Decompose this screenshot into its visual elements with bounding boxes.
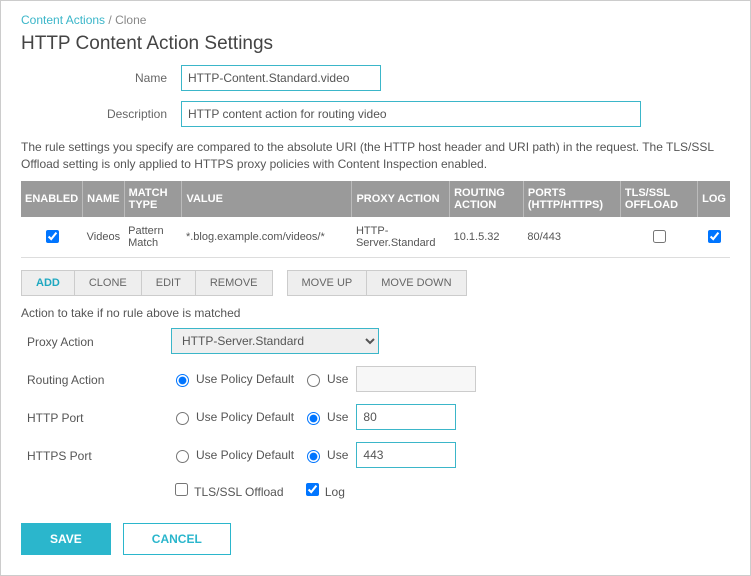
table-row[interactable]: Videos Pattern Match *.blog.example.com/… (21, 217, 730, 258)
routing-use-text: Use (327, 372, 348, 386)
http-default-radio-label[interactable]: Use Policy Default (171, 409, 294, 425)
bottom-buttons: SAVE CANCEL (21, 523, 730, 555)
remove-button[interactable]: REMOVE (196, 270, 273, 296)
https-use-radio[interactable] (307, 450, 320, 463)
rules-toolbar: ADD CLONE EDIT REMOVE MOVE UP MOVE DOWN (21, 270, 730, 296)
routing-default-radio-label[interactable]: Use Policy Default (171, 371, 294, 387)
https-use-text: Use (327, 448, 348, 462)
row-routing-action: 10.1.5.32 (450, 217, 524, 258)
https-default-radio-label[interactable]: Use Policy Default (171, 447, 294, 463)
rules-table: ENABLED NAME MATCH TYPE VALUE PROXY ACTI… (21, 181, 730, 258)
routing-use-radio-label[interactable]: Use (302, 371, 348, 387)
col-ports: PORTS (HTTP/HTTPS) (523, 181, 620, 217)
routing-default-text: Use Policy Default (196, 372, 294, 386)
breadcrumb-current: Clone (115, 13, 146, 27)
tls-offload-text: TLS/SSL Offload (194, 485, 283, 499)
col-tls: TLS/SSL OFFLOAD (620, 181, 697, 217)
page-container: Content Actions / Clone HTTP Content Act… (0, 0, 751, 576)
tls-offload-checkbox[interactable] (175, 483, 188, 496)
col-match-type: MATCH TYPE (124, 181, 182, 217)
page-title: HTTP Content Action Settings (21, 33, 730, 55)
proxy-action-label: Proxy Action (21, 333, 171, 349)
http-use-text: Use (327, 410, 348, 424)
https-port-label: HTTPS Port (21, 447, 171, 463)
http-use-radio-label[interactable]: Use (302, 409, 348, 425)
row-ports: 80/443 (523, 217, 620, 258)
save-button[interactable]: SAVE (21, 523, 111, 555)
tls-offload-checkbox-label[interactable]: TLS/SSL Offload (171, 480, 284, 499)
col-log: LOG (698, 181, 730, 217)
edit-button[interactable]: EDIT (142, 270, 196, 296)
name-label: Name (21, 71, 181, 85)
row-enabled-checkbox[interactable] (46, 230, 59, 243)
http-default-radio[interactable] (176, 412, 189, 425)
rules-header-row: ENABLED NAME MATCH TYPE VALUE PROXY ACTI… (21, 181, 730, 217)
col-proxy-action: PROXY ACTION (352, 181, 450, 217)
routing-action-label: Routing Action (21, 371, 171, 387)
https-use-radio-label[interactable]: Use (302, 447, 348, 463)
breadcrumb-parent-link[interactable]: Content Actions (21, 13, 105, 27)
no-match-label: Action to take if no rule above is match… (21, 306, 730, 320)
name-input[interactable] (181, 65, 381, 91)
proxy-action-select[interactable]: HTTP-Server.Standard (171, 328, 379, 354)
clone-button[interactable]: CLONE (75, 270, 142, 296)
row-tls-checkbox[interactable] (653, 230, 666, 243)
help-text: The rule settings you specify are compar… (21, 139, 730, 173)
routing-use-radio[interactable] (307, 374, 320, 387)
row-value: *.blog.example.com/videos/* (182, 217, 352, 258)
breadcrumb: Content Actions / Clone (21, 13, 730, 27)
routing-use-input[interactable] (356, 366, 476, 392)
row-proxy-action: HTTP-Server.Standard (352, 217, 450, 258)
http-default-text: Use Policy Default (196, 410, 294, 424)
https-default-radio[interactable] (176, 450, 189, 463)
description-input[interactable] (181, 101, 641, 127)
col-name: NAME (83, 181, 124, 217)
col-value: VALUE (182, 181, 352, 217)
row-name: Videos (83, 217, 124, 258)
row-match-type: Pattern Match (124, 217, 182, 258)
log-text: Log (325, 485, 345, 499)
log-checkbox[interactable] (306, 483, 319, 496)
https-default-text: Use Policy Default (196, 448, 294, 462)
move-down-button[interactable]: MOVE DOWN (367, 270, 466, 296)
cancel-button[interactable]: CANCEL (123, 523, 231, 555)
row-log-checkbox[interactable] (708, 230, 721, 243)
col-enabled: ENABLED (21, 181, 83, 217)
http-port-label: HTTP Port (21, 409, 171, 425)
no-match-settings: Proxy Action HTTP-Server.Standard Routin… (21, 328, 730, 499)
description-label: Description (21, 107, 181, 121)
add-button[interactable]: ADD (21, 270, 75, 296)
routing-default-radio[interactable] (176, 374, 189, 387)
https-port-input[interactable] (356, 442, 456, 468)
move-up-button[interactable]: MOVE UP (287, 270, 368, 296)
col-routing-action: ROUTING ACTION (450, 181, 524, 217)
log-checkbox-label[interactable]: Log (302, 480, 345, 499)
http-port-input[interactable] (356, 404, 456, 430)
http-use-radio[interactable] (307, 412, 320, 425)
